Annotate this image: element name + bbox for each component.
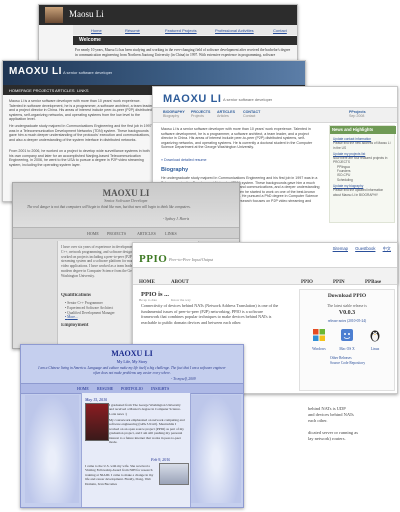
guestbook-link[interactable]: Guestbook	[355, 246, 375, 251]
employment-heading: Employment	[61, 323, 89, 328]
news-item: Scheduling	[337, 177, 353, 182]
snow-tree-illustration	[191, 395, 241, 503]
header-quote: I am a Chinese living in America. Langua…	[38, 366, 226, 375]
nav-resume[interactable]: RESUME	[97, 386, 113, 391]
mac-os-icon	[341, 329, 353, 341]
welcome-heading: Welcome	[79, 37, 101, 43]
nav-contact[interactable]: Contact	[273, 28, 287, 33]
ppio-logo: PPIO	[139, 253, 168, 265]
avatar	[45, 7, 63, 23]
download-box: Download PPIO The latest stable release …	[299, 289, 395, 391]
quote-author: - To myself, 2009	[171, 377, 196, 381]
nav-about[interactable]: ABOUT Know the way	[171, 270, 191, 306]
sitemap-link[interactable]: Sitemap	[333, 246, 348, 251]
snow-tree-illustration	[25, 395, 79, 503]
news-item: Please find the new address of Maosu Li …	[333, 141, 391, 150]
qualifications-list: • Senior C++ Programmer • Experienced So…	[65, 301, 115, 320]
nav-links[interactable]: LINKS	[165, 231, 177, 236]
nav-bar: BIOGRAPHY Biography PROJECTS Projects ARTI…	[153, 107, 397, 123]
version-number: V0.0.3	[338, 310, 356, 316]
latest-release-label: The latest stable release is	[327, 304, 367, 308]
text-line: lay network) routers.	[308, 436, 346, 441]
nav-projects[interactable]: PROJECTS	[33, 88, 54, 93]
news-list: Update contact information Please find t…	[333, 137, 391, 197]
ppio-text-continuation: behind NATs is UDP and devices behind NA…	[250, 406, 398, 442]
site-tagline: A senior software developer	[63, 70, 113, 75]
nav-links[interactable]: LINKS	[77, 88, 89, 93]
post-text: I graduated from The George Washington U…	[109, 403, 181, 416]
nav-biography[interactable]: BIOGRAPHY Biography	[163, 110, 185, 118]
nav-home[interactable]: HOME	[77, 386, 89, 391]
site-subtitle: My Life, My Story	[116, 359, 148, 364]
nav-bar: Home Résumé Featured Projects Profession…	[73, 25, 297, 35]
screenshot-my-life-my-story: MAOXU LI My Life, My Story I am a Chines…	[20, 344, 244, 508]
other-releases-link[interactable]: Other Releases	[330, 356, 352, 360]
paragraph-1: Maosu Li is a senior software developer …	[9, 99, 154, 121]
post-text: My coursework emphasized on network comp…	[109, 418, 185, 445]
site-name: MAOXU LI	[9, 66, 62, 77]
site-subtitle: Senior Software Developer	[104, 198, 148, 203]
nav-projects[interactable]: PROJECTS	[107, 231, 126, 236]
post-date: Feb 9, 2010	[151, 457, 171, 462]
news-heading: News and Highlights	[330, 126, 396, 134]
more-link[interactable]: • More...	[65, 315, 115, 320]
paragraph-3: From 2001 to 2006, he worked on a projec…	[9, 149, 150, 167]
linux-penguin-icon	[370, 330, 380, 342]
download-heading: Download PPIO	[327, 293, 367, 299]
section-heading: PPIO is ...	[141, 291, 169, 298]
capitol-photo	[159, 463, 189, 485]
site-tagline: A senior software developer	[223, 97, 273, 102]
news-item: Please find the updated information abou…	[333, 188, 384, 197]
site-name: MAOXU LI	[111, 349, 153, 358]
welcome-bar: Welcome	[73, 36, 297, 45]
source-repository-link[interactable]: Source Code Repository	[330, 361, 365, 365]
nav-projects[interactable]: PROJECTS Projects	[191, 110, 210, 118]
sidebar: News and Highlights Update contact infor…	[329, 125, 396, 223]
nav-portfolio[interactable]: PORTFOLIO	[121, 386, 143, 391]
nav-bar: HOME Be up to date ABOUT Know the way PPIO…	[133, 267, 397, 302]
nav-articles[interactable]: ARTICLES	[55, 88, 75, 93]
qualifications-heading: Qualifications	[61, 293, 92, 298]
linux-download[interactable]: Linux	[364, 328, 386, 351]
nav-home[interactable]: Home	[91, 28, 102, 33]
site-name: MAOXU LI	[163, 93, 222, 105]
site-name: MAOXU LI	[102, 188, 150, 198]
nav-home[interactable]: HOME Be up to date	[139, 270, 157, 306]
paragraph-2: He undergraduate study majored in Commun…	[9, 124, 152, 142]
nav-articles[interactable]: ARTICLES Articles	[217, 110, 235, 118]
news-item: Now there are four featured projects in …	[333, 156, 388, 165]
graduation-photo	[85, 403, 109, 441]
windows-icon	[313, 329, 325, 341]
biography-heading: Biography	[161, 167, 189, 173]
nav-professional-activities[interactable]: Professional Activities	[215, 28, 254, 33]
nav-pprojects[interactable]: PProjects Sep 2008	[349, 110, 366, 118]
os-label[interactable]: Mac OS X	[336, 347, 358, 351]
nav-contact[interactable]: CONTACT Contact	[243, 110, 260, 118]
nav-homepage[interactable]: HOMEPAGE	[9, 88, 32, 93]
release-notes-link[interactable]: release notes (2010-05-24)	[300, 319, 394, 323]
chinese-link[interactable]: 中文	[383, 246, 391, 251]
nav-featured-projects[interactable]: Featured Projects	[165, 28, 197, 33]
download-resume-link[interactable]: » Download detailed resume	[161, 158, 207, 162]
site-name: Maosu Li	[69, 9, 104, 19]
post-date: May 15, 2010	[85, 397, 108, 402]
windows-download[interactable]: Windows	[308, 328, 330, 351]
quote-author: - Sydney J. Harris	[163, 217, 190, 221]
nav-home[interactable]: HOME	[87, 231, 99, 236]
top-links: Sitemap Guestbook 中文	[333, 246, 391, 252]
ppio-description: Connectivity of devices behind NATs (Net…	[141, 303, 279, 325]
post-text: I came to the U.S. with my wife. She rec…	[85, 464, 154, 486]
os-label[interactable]: Linux	[364, 347, 386, 351]
nav-resume[interactable]: Résumé	[125, 28, 140, 33]
header-quote: The real danger is not that computers wi…	[27, 205, 191, 209]
os-label[interactable]: Windows	[308, 347, 330, 351]
mac-download[interactable]: Mac OS X	[336, 328, 358, 351]
nav-insights[interactable]: INSIGHTS	[151, 386, 169, 391]
intro-paragraph: Maosu Li is a senior software developer …	[161, 127, 313, 150]
screenshot-maosu-li-classic: Maosu Li Home Résumé Featured Projects P…	[38, 4, 298, 68]
nav-articles[interactable]: ARTICLES	[137, 231, 156, 236]
nav-bar: HOME PROJECTS ARTICLES LINKS	[13, 227, 239, 239]
ppio-tagline: Peer-to-Peer Input/Output	[169, 257, 214, 262]
